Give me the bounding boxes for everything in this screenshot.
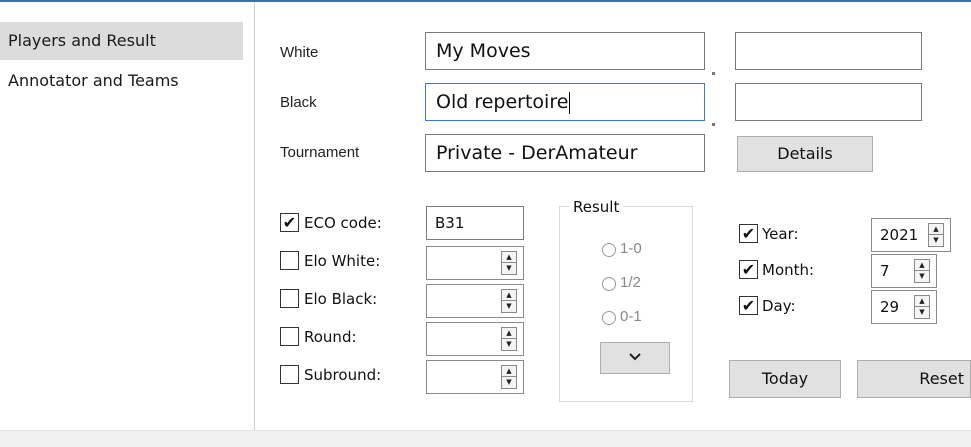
elo-white-stepper[interactable]: ▲ ▼	[426, 246, 524, 280]
month-stepper[interactable]: 7 ▲ ▼	[871, 254, 937, 288]
eco-code-checkbox[interactable]: ✔	[280, 213, 299, 232]
eco-code-input[interactable]: B31	[426, 206, 524, 240]
status-strip	[0, 430, 971, 447]
elo-black-stepper[interactable]: ▲ ▼	[426, 284, 524, 318]
check-icon: ✔	[741, 260, 756, 279]
year-label: Year:	[762, 225, 799, 243]
arrow-up-icon[interactable]: ▲	[502, 366, 516, 377]
black-name-input[interactable]: Old repertoire	[425, 83, 705, 121]
year-value: 2021	[880, 226, 919, 244]
stepper-arrows[interactable]: ▲ ▼	[501, 327, 517, 351]
eco-code-value: B31	[435, 214, 465, 232]
tournament-value: Private - DerAmateur	[436, 142, 638, 164]
sidebar: Players and Result Annotator and Teams	[0, 2, 255, 447]
month-label: Month:	[762, 261, 815, 279]
month-value: 7	[880, 262, 890, 280]
year-stepper[interactable]: 2021 ▲ ▼	[871, 218, 951, 252]
stepper-arrows[interactable]: ▲ ▼	[928, 223, 944, 247]
result-dropdown[interactable]	[600, 342, 670, 374]
day-checkbox[interactable]: ✔	[739, 296, 758, 315]
arrow-down-icon[interactable]: ▼	[915, 307, 929, 318]
stepper-arrows[interactable]: ▲ ▼	[914, 259, 930, 283]
elo-white-checkbox[interactable]	[280, 251, 299, 270]
white-label: White	[280, 44, 319, 61]
elo-black-label: Elo Black:	[304, 290, 378, 308]
chevron-down-icon	[629, 352, 641, 360]
arrow-down-icon[interactable]: ▼	[502, 339, 516, 350]
result-radio-black-wins[interactable]	[602, 311, 616, 325]
round-label: Round:	[304, 328, 357, 346]
arrow-up-icon[interactable]: ▲	[502, 328, 516, 339]
black-name-value: Old repertoire	[436, 91, 569, 113]
year-checkbox[interactable]: ✔	[739, 224, 758, 243]
separator-dot	[712, 123, 715, 126]
separator-dot	[712, 72, 715, 75]
white-name-input[interactable]: My Moves	[425, 32, 705, 70]
arrow-down-icon[interactable]: ▼	[502, 377, 516, 388]
arrow-up-icon[interactable]: ▲	[502, 290, 516, 301]
reset-button[interactable]: Reset	[857, 360, 971, 398]
subround-checkbox[interactable]	[280, 365, 299, 384]
month-checkbox[interactable]: ✔	[739, 260, 758, 279]
elo-black-checkbox[interactable]	[280, 289, 299, 308]
day-stepper[interactable]: 29 ▲ ▼	[871, 290, 937, 324]
round-checkbox[interactable]	[280, 327, 299, 346]
sidebar-item-players-and-result[interactable]: Players and Result	[0, 22, 243, 60]
day-value: 29	[880, 298, 900, 316]
result-option-label: 1/2	[620, 274, 641, 291]
sidebar-item-annotator-and-teams[interactable]: Annotator and Teams	[0, 62, 243, 100]
arrow-up-icon[interactable]: ▲	[915, 296, 929, 307]
white-extra-input[interactable]	[735, 32, 922, 70]
sidebar-item-label: Players and Result	[8, 31, 156, 50]
white-name-value: My Moves	[436, 40, 531, 62]
arrow-down-icon[interactable]: ▼	[929, 235, 943, 246]
result-option-label: 1-0	[620, 240, 642, 257]
black-extra-input[interactable]	[735, 83, 922, 121]
result-option-label: 0-1	[620, 308, 642, 325]
check-icon: ✔	[741, 224, 756, 243]
details-button[interactable]: Details	[737, 136, 873, 172]
arrow-down-icon[interactable]: ▼	[502, 301, 516, 312]
stepper-arrows[interactable]: ▲ ▼	[914, 295, 930, 319]
black-label: Black	[280, 94, 317, 111]
subround-stepper[interactable]: ▲ ▼	[426, 360, 524, 394]
round-stepper[interactable]: ▲ ▼	[426, 322, 524, 356]
result-radio-draw[interactable]	[602, 277, 616, 291]
players-and-result-panel: White My Moves Black Old repertoire Tour…	[256, 2, 971, 447]
day-label: Day:	[762, 297, 796, 315]
arrow-up-icon[interactable]: ▲	[502, 252, 516, 263]
elo-white-label: Elo White:	[304, 252, 381, 270]
result-radio-white-wins[interactable]	[602, 243, 616, 257]
tournament-label: Tournament	[280, 144, 360, 161]
stepper-arrows[interactable]: ▲ ▼	[501, 365, 517, 389]
today-button[interactable]: Today	[729, 360, 841, 398]
sidebar-item-label: Annotator and Teams	[8, 71, 179, 90]
check-icon: ✔	[282, 213, 297, 232]
arrow-down-icon[interactable]: ▼	[502, 263, 516, 274]
stepper-arrows[interactable]: ▲ ▼	[501, 289, 517, 313]
arrow-up-icon[interactable]: ▲	[915, 260, 929, 271]
result-group-title: Result	[569, 198, 624, 216]
arrow-up-icon[interactable]: ▲	[929, 224, 943, 235]
text-caret	[569, 91, 571, 114]
stepper-arrows[interactable]: ▲ ▼	[501, 251, 517, 275]
arrow-down-icon[interactable]: ▼	[915, 271, 929, 282]
eco-code-label: ECO code:	[304, 214, 382, 232]
tournament-input[interactable]: Private - DerAmateur	[425, 134, 705, 172]
subround-label: Subround:	[304, 366, 382, 384]
check-icon: ✔	[741, 296, 756, 315]
